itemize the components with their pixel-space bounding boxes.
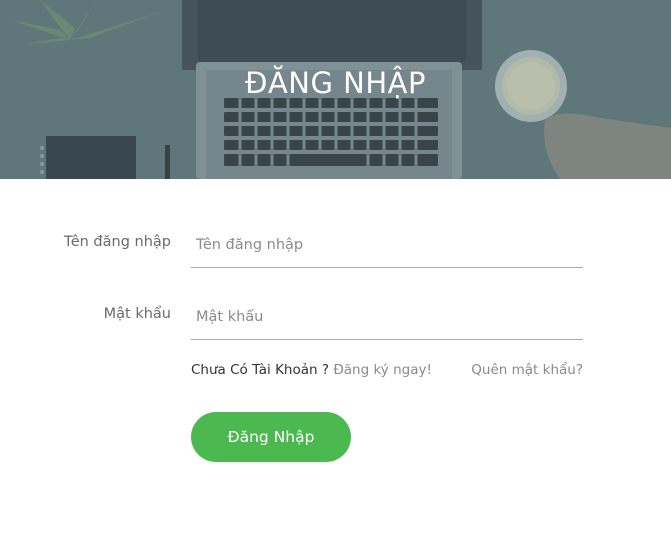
password-label: Mật khẩu	[103, 306, 171, 322]
login-modal: ĐĂNG NHẬP Tên đăng nhập Mật khẩu Chưa Có…	[0, 0, 671, 534]
page-title: ĐĂNG NHẬP	[244, 66, 427, 100]
password-row: Mật khẩu	[0, 294, 671, 344]
username-label: Tên đăng nhập	[63, 234, 171, 250]
login-banner: ĐĂNG NHẬP	[0, 0, 671, 179]
no-account-text: Chưa Có Tài Khoản ?	[191, 362, 334, 378]
username-row: Tên đăng nhập	[0, 222, 671, 272]
password-input[interactable]	[191, 294, 583, 340]
register-link[interactable]: Đăng ký ngay!	[333, 362, 432, 378]
username-input[interactable]	[191, 222, 583, 268]
forgot-password-link[interactable]: Quên mật khẩu?	[471, 362, 583, 378]
account-links-row: Chưa Có Tài Khoản ? Đăng ký ngay! Quên m…	[191, 362, 583, 382]
login-button[interactable]: Đăng Nhập	[191, 412, 351, 462]
